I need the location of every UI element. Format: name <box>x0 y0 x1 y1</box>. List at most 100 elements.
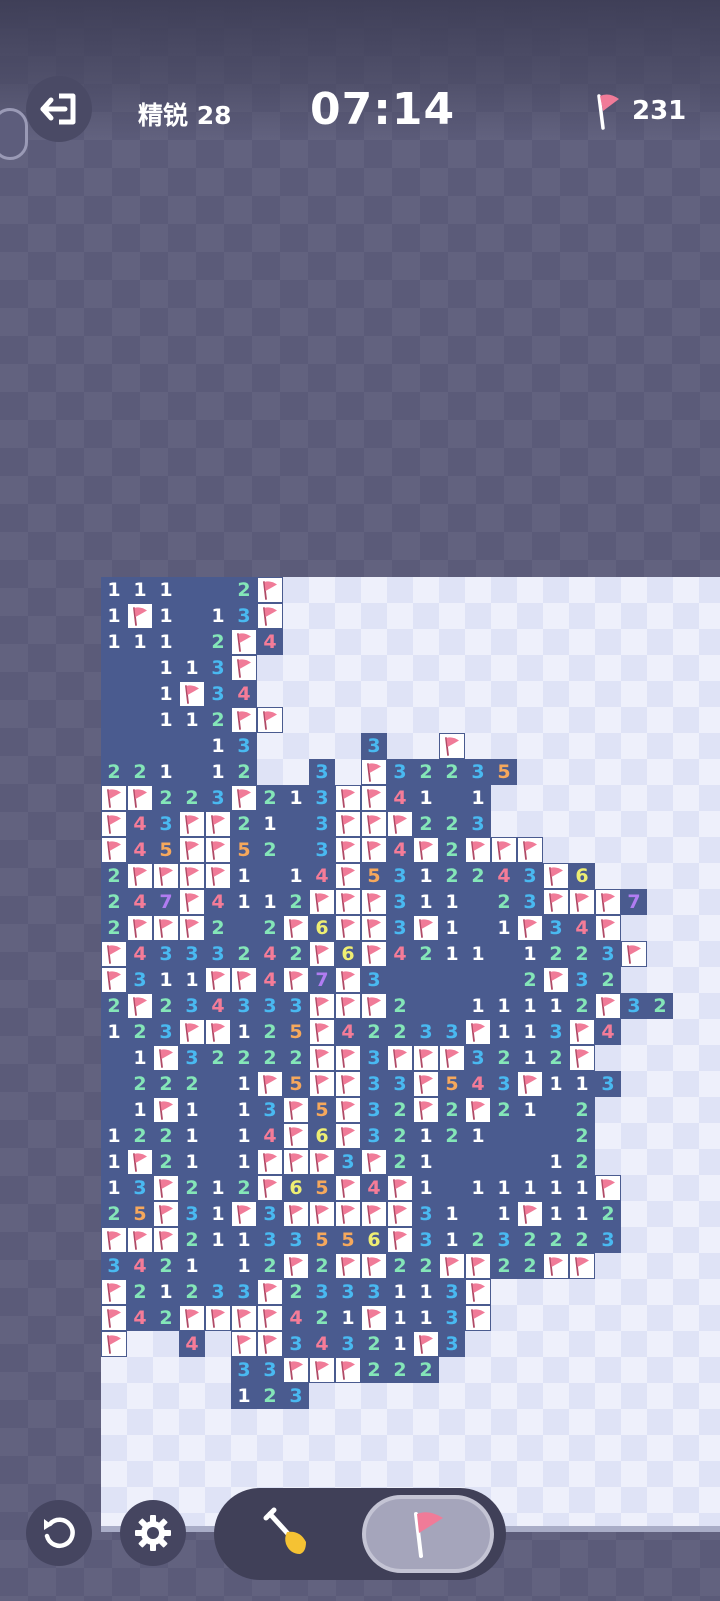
flag-icon[interactable] <box>283 1097 309 1123</box>
flag-icon[interactable] <box>335 889 361 915</box>
number-cell[interactable]: 2 <box>101 759 127 785</box>
number-cell[interactable]: 1 <box>517 941 543 967</box>
hidden-cell[interactable] <box>361 603 387 629</box>
hidden-cell[interactable] <box>491 629 517 655</box>
minefield-board[interactable]: 1112111311124113134112133221123322352232… <box>101 577 720 1530</box>
hidden-cell[interactable] <box>673 1409 699 1435</box>
number-cell[interactable]: 3 <box>153 941 179 967</box>
hidden-cell[interactable] <box>335 681 361 707</box>
number-cell[interactable]: 3 <box>361 1123 387 1149</box>
hidden-cell[interactable] <box>543 811 569 837</box>
number-cell[interactable]: 3 <box>361 967 387 993</box>
number-cell[interactable]: 2 <box>569 1123 595 1149</box>
hidden-cell[interactable] <box>699 1253 720 1279</box>
flag-icon[interactable] <box>257 1331 283 1357</box>
hidden-cell[interactable] <box>647 811 673 837</box>
hidden-cell[interactable] <box>465 577 491 603</box>
hidden-cell[interactable] <box>517 759 543 785</box>
hidden-cell[interactable] <box>673 759 699 785</box>
hidden-cell[interactable] <box>387 1435 413 1461</box>
number-cell[interactable]: 2 <box>387 1149 413 1175</box>
hidden-cell[interactable] <box>569 811 595 837</box>
hidden-cell[interactable] <box>595 707 621 733</box>
number-cell[interactable]: 2 <box>361 1357 387 1383</box>
flag-icon[interactable] <box>361 785 387 811</box>
number-cell[interactable]: 1 <box>101 1149 127 1175</box>
number-cell[interactable]: 3 <box>283 1227 309 1253</box>
hidden-cell[interactable] <box>673 941 699 967</box>
hidden-cell[interactable] <box>543 1357 569 1383</box>
number-cell[interactable]: 3 <box>257 993 283 1019</box>
hidden-cell[interactable] <box>205 1461 231 1487</box>
number-cell[interactable]: 1 <box>491 993 517 1019</box>
number-cell[interactable]: 3 <box>335 1279 361 1305</box>
hidden-cell[interactable] <box>387 1461 413 1487</box>
hidden-cell[interactable] <box>491 577 517 603</box>
hidden-cell[interactable] <box>673 707 699 733</box>
hidden-cell[interactable] <box>283 603 309 629</box>
hidden-cell[interactable] <box>543 707 569 733</box>
number-cell[interactable]: 2 <box>153 993 179 1019</box>
hidden-cell[interactable] <box>673 1071 699 1097</box>
flag-icon[interactable] <box>595 889 621 915</box>
number-cell[interactable]: 3 <box>465 759 491 785</box>
flag-icon[interactable] <box>387 1227 413 1253</box>
hidden-cell[interactable] <box>387 1383 413 1409</box>
hidden-cell[interactable] <box>517 785 543 811</box>
number-cell[interactable]: 7 <box>621 889 647 915</box>
hidden-cell[interactable] <box>673 967 699 993</box>
hidden-cell[interactable] <box>257 1409 283 1435</box>
hidden-cell[interactable] <box>621 1409 647 1435</box>
number-cell[interactable]: 3 <box>491 1227 517 1253</box>
hidden-cell[interactable] <box>101 1383 127 1409</box>
number-cell[interactable]: 3 <box>257 1097 283 1123</box>
number-cell[interactable]: 1 <box>387 1305 413 1331</box>
chat-bubble-icon[interactable] <box>0 108 28 160</box>
number-cell[interactable]: 2 <box>127 759 153 785</box>
flag-icon[interactable] <box>335 1045 361 1071</box>
hidden-cell[interactable] <box>647 863 673 889</box>
number-cell[interactable]: 4 <box>283 1305 309 1331</box>
hidden-cell[interactable] <box>153 1331 179 1357</box>
number-cell[interactable]: 1 <box>153 967 179 993</box>
number-cell[interactable]: 1 <box>101 1019 127 1045</box>
hidden-cell[interactable] <box>699 1123 720 1149</box>
number-cell[interactable]: 3 <box>257 1201 283 1227</box>
flag-icon[interactable] <box>257 1279 283 1305</box>
flag-icon[interactable] <box>257 603 283 629</box>
number-cell[interactable]: 2 <box>517 967 543 993</box>
hidden-cell[interactable] <box>647 941 673 967</box>
hidden-cell[interactable] <box>621 1487 647 1513</box>
flag-icon[interactable] <box>517 915 543 941</box>
flag-icon[interactable] <box>361 993 387 1019</box>
flag-icon[interactable] <box>153 1045 179 1071</box>
number-cell[interactable]: 1 <box>179 967 205 993</box>
number-cell[interactable]: 6 <box>283 1175 309 1201</box>
flag-icon[interactable] <box>127 785 153 811</box>
number-cell[interactable]: 2 <box>127 1123 153 1149</box>
number-cell[interactable]: 2 <box>491 1253 517 1279</box>
number-cell[interactable]: 1 <box>413 889 439 915</box>
hidden-cell[interactable] <box>153 1357 179 1383</box>
hidden-cell[interactable] <box>101 1357 127 1383</box>
hidden-cell[interactable] <box>647 1253 673 1279</box>
number-cell[interactable]: 1 <box>569 1175 595 1201</box>
hidden-cell[interactable] <box>673 1383 699 1409</box>
hidden-cell[interactable] <box>179 1435 205 1461</box>
hidden-cell[interactable] <box>153 1435 179 1461</box>
hidden-cell[interactable] <box>543 1383 569 1409</box>
hidden-cell[interactable] <box>647 1383 673 1409</box>
number-cell[interactable]: 1 <box>231 1253 257 1279</box>
hidden-cell[interactable] <box>491 811 517 837</box>
hidden-cell[interactable] <box>387 681 413 707</box>
number-cell[interactable]: 3 <box>309 1279 335 1305</box>
flag-icon[interactable] <box>361 759 387 785</box>
flag-icon[interactable] <box>309 1019 335 1045</box>
flag-icon[interactable] <box>309 1357 335 1383</box>
number-cell[interactable]: 5 <box>439 1071 465 1097</box>
number-cell[interactable]: 4 <box>127 1253 153 1279</box>
number-cell[interactable]: 2 <box>101 889 127 915</box>
hidden-cell[interactable] <box>621 1123 647 1149</box>
number-cell[interactable]: 3 <box>517 889 543 915</box>
hidden-cell[interactable] <box>647 1279 673 1305</box>
